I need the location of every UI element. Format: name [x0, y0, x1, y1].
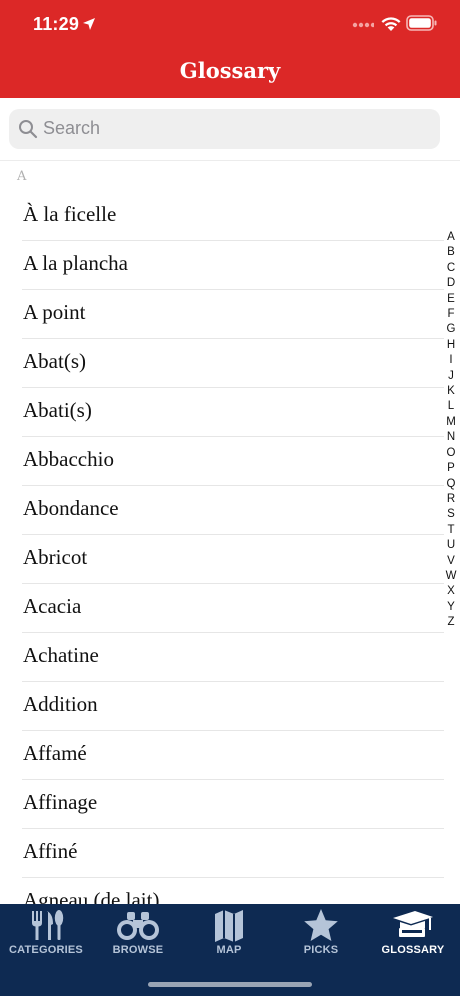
section-header: A — [17, 169, 27, 184]
nav-header: 11:29 Glossary — [0, 0, 460, 98]
list-item-label: Abati(s) — [23, 398, 92, 422]
binoculars-icon — [117, 912, 159, 940]
list-item-label: Abat(s) — [23, 349, 86, 373]
wifi-icon — [381, 17, 401, 31]
list-item-label: A point — [23, 300, 86, 324]
star-icon — [304, 909, 338, 941]
index-letter[interactable]: A — [447, 230, 455, 245]
list-item-label: Abondance — [23, 496, 119, 520]
glossary-list[interactable]: À la ficelle A la plancha A point Abat(s) Ab… — [0, 192, 460, 904]
list-item[interactable]: Addition — [22, 682, 444, 731]
utensils-icon — [32, 910, 64, 940]
index-letter[interactable]: V — [447, 554, 455, 569]
index-letter[interactable]: N — [447, 430, 455, 445]
alphabet-index[interactable]: ABCDEFGHIJKLMNOPQRSTUVWXYZ — [441, 230, 460, 631]
list-item[interactable]: Abricot — [22, 535, 444, 584]
index-letter[interactable]: R — [447, 492, 455, 507]
tab-label: MAP — [216, 944, 242, 956]
index-letter[interactable]: H — [447, 338, 455, 353]
cellular-signal-icon — [352, 22, 374, 28]
map-icon — [215, 910, 243, 942]
index-letter[interactable]: O — [447, 446, 456, 461]
list-item-label: Abricot — [23, 545, 88, 569]
list-item[interactable]: Abbacchio — [22, 437, 444, 486]
tab-glossary[interactable]: GLOSSARY — [367, 904, 459, 974]
index-letter[interactable]: M — [446, 415, 456, 430]
tab-label: GLOSSARY — [381, 944, 445, 956]
list-item[interactable]: Abondance — [22, 486, 444, 535]
list-item[interactable]: Affiné — [22, 829, 444, 878]
location-arrow-icon — [83, 18, 95, 30]
index-letter[interactable]: C — [447, 261, 455, 276]
tab-label: BROWSE — [112, 944, 164, 956]
index-letter[interactable]: Y — [447, 600, 455, 615]
index-letter[interactable]: J — [448, 369, 454, 384]
index-letter[interactable]: D — [447, 276, 455, 291]
index-letter[interactable]: K — [447, 384, 455, 399]
index-letter[interactable]: S — [447, 507, 455, 522]
graduation-cap-icon — [393, 911, 433, 937]
list-item-label: À la ficelle — [23, 202, 117, 226]
battery-icon — [406, 15, 437, 31]
list-item-label: Achatine — [23, 643, 99, 667]
list-item[interactable]: Abati(s) — [22, 388, 444, 437]
list-item-label: Abbacchio — [23, 447, 114, 471]
home-indicator — [148, 982, 312, 987]
tab-label: CATEGORIES — [9, 944, 83, 956]
index-letter[interactable]: L — [448, 399, 454, 414]
index-letter[interactable]: E — [447, 292, 455, 307]
index-letter[interactable]: T — [447, 523, 454, 538]
list-item[interactable]: À la ficelle — [22, 192, 444, 241]
tab-browse[interactable]: BROWSE — [92, 904, 184, 974]
page-title: Glossary — [179, 58, 281, 83]
list-item[interactable]: Acacia — [22, 584, 444, 633]
search-bar: Search — [0, 98, 460, 161]
index-letter[interactable]: W — [446, 569, 457, 584]
index-letter[interactable]: P — [447, 461, 455, 476]
list-item[interactable]: Abat(s) — [22, 339, 444, 388]
status-time: 11:29 — [33, 14, 80, 34]
index-letter[interactable]: Q — [447, 477, 456, 492]
list-item-label: Agneau (de lait) — [23, 888, 160, 904]
index-letter[interactable]: F — [447, 307, 454, 322]
tab-label: PICKS — [303, 944, 339, 956]
list-item[interactable]: Achatine — [22, 633, 444, 682]
list-item-label: Affamé — [23, 741, 87, 765]
index-letter[interactable]: B — [447, 245, 455, 260]
list-item-label: Affinage — [23, 790, 98, 814]
index-letter[interactable]: G — [447, 322, 456, 337]
list-item[interactable]: Affamé — [22, 731, 444, 780]
search-placeholder: Search — [43, 118, 101, 138]
index-letter[interactable]: Z — [447, 615, 454, 630]
list-item[interactable]: A la plancha — [22, 241, 444, 290]
tab-picks[interactable]: PICKS — [275, 904, 367, 974]
index-letter[interactable]: X — [447, 584, 455, 599]
list-item-label: Acacia — [23, 594, 82, 618]
list-item[interactable]: Agneau (de lait) — [22, 878, 444, 904]
list-item-label: Addition — [23, 692, 98, 716]
search-icon — [19, 120, 38, 139]
list-item[interactable]: Affinage — [22, 780, 444, 829]
index-letter[interactable]: U — [447, 538, 455, 553]
index-letter[interactable]: I — [449, 353, 452, 368]
list-item[interactable]: A point — [22, 290, 444, 339]
search-input[interactable]: Search — [9, 109, 440, 149]
tab-categories[interactable]: CATEGORIES — [0, 904, 92, 974]
tab-map[interactable]: MAP — [183, 904, 275, 974]
list-item-label: A la plancha — [23, 251, 128, 275]
list-item-label: Affiné — [23, 839, 78, 863]
